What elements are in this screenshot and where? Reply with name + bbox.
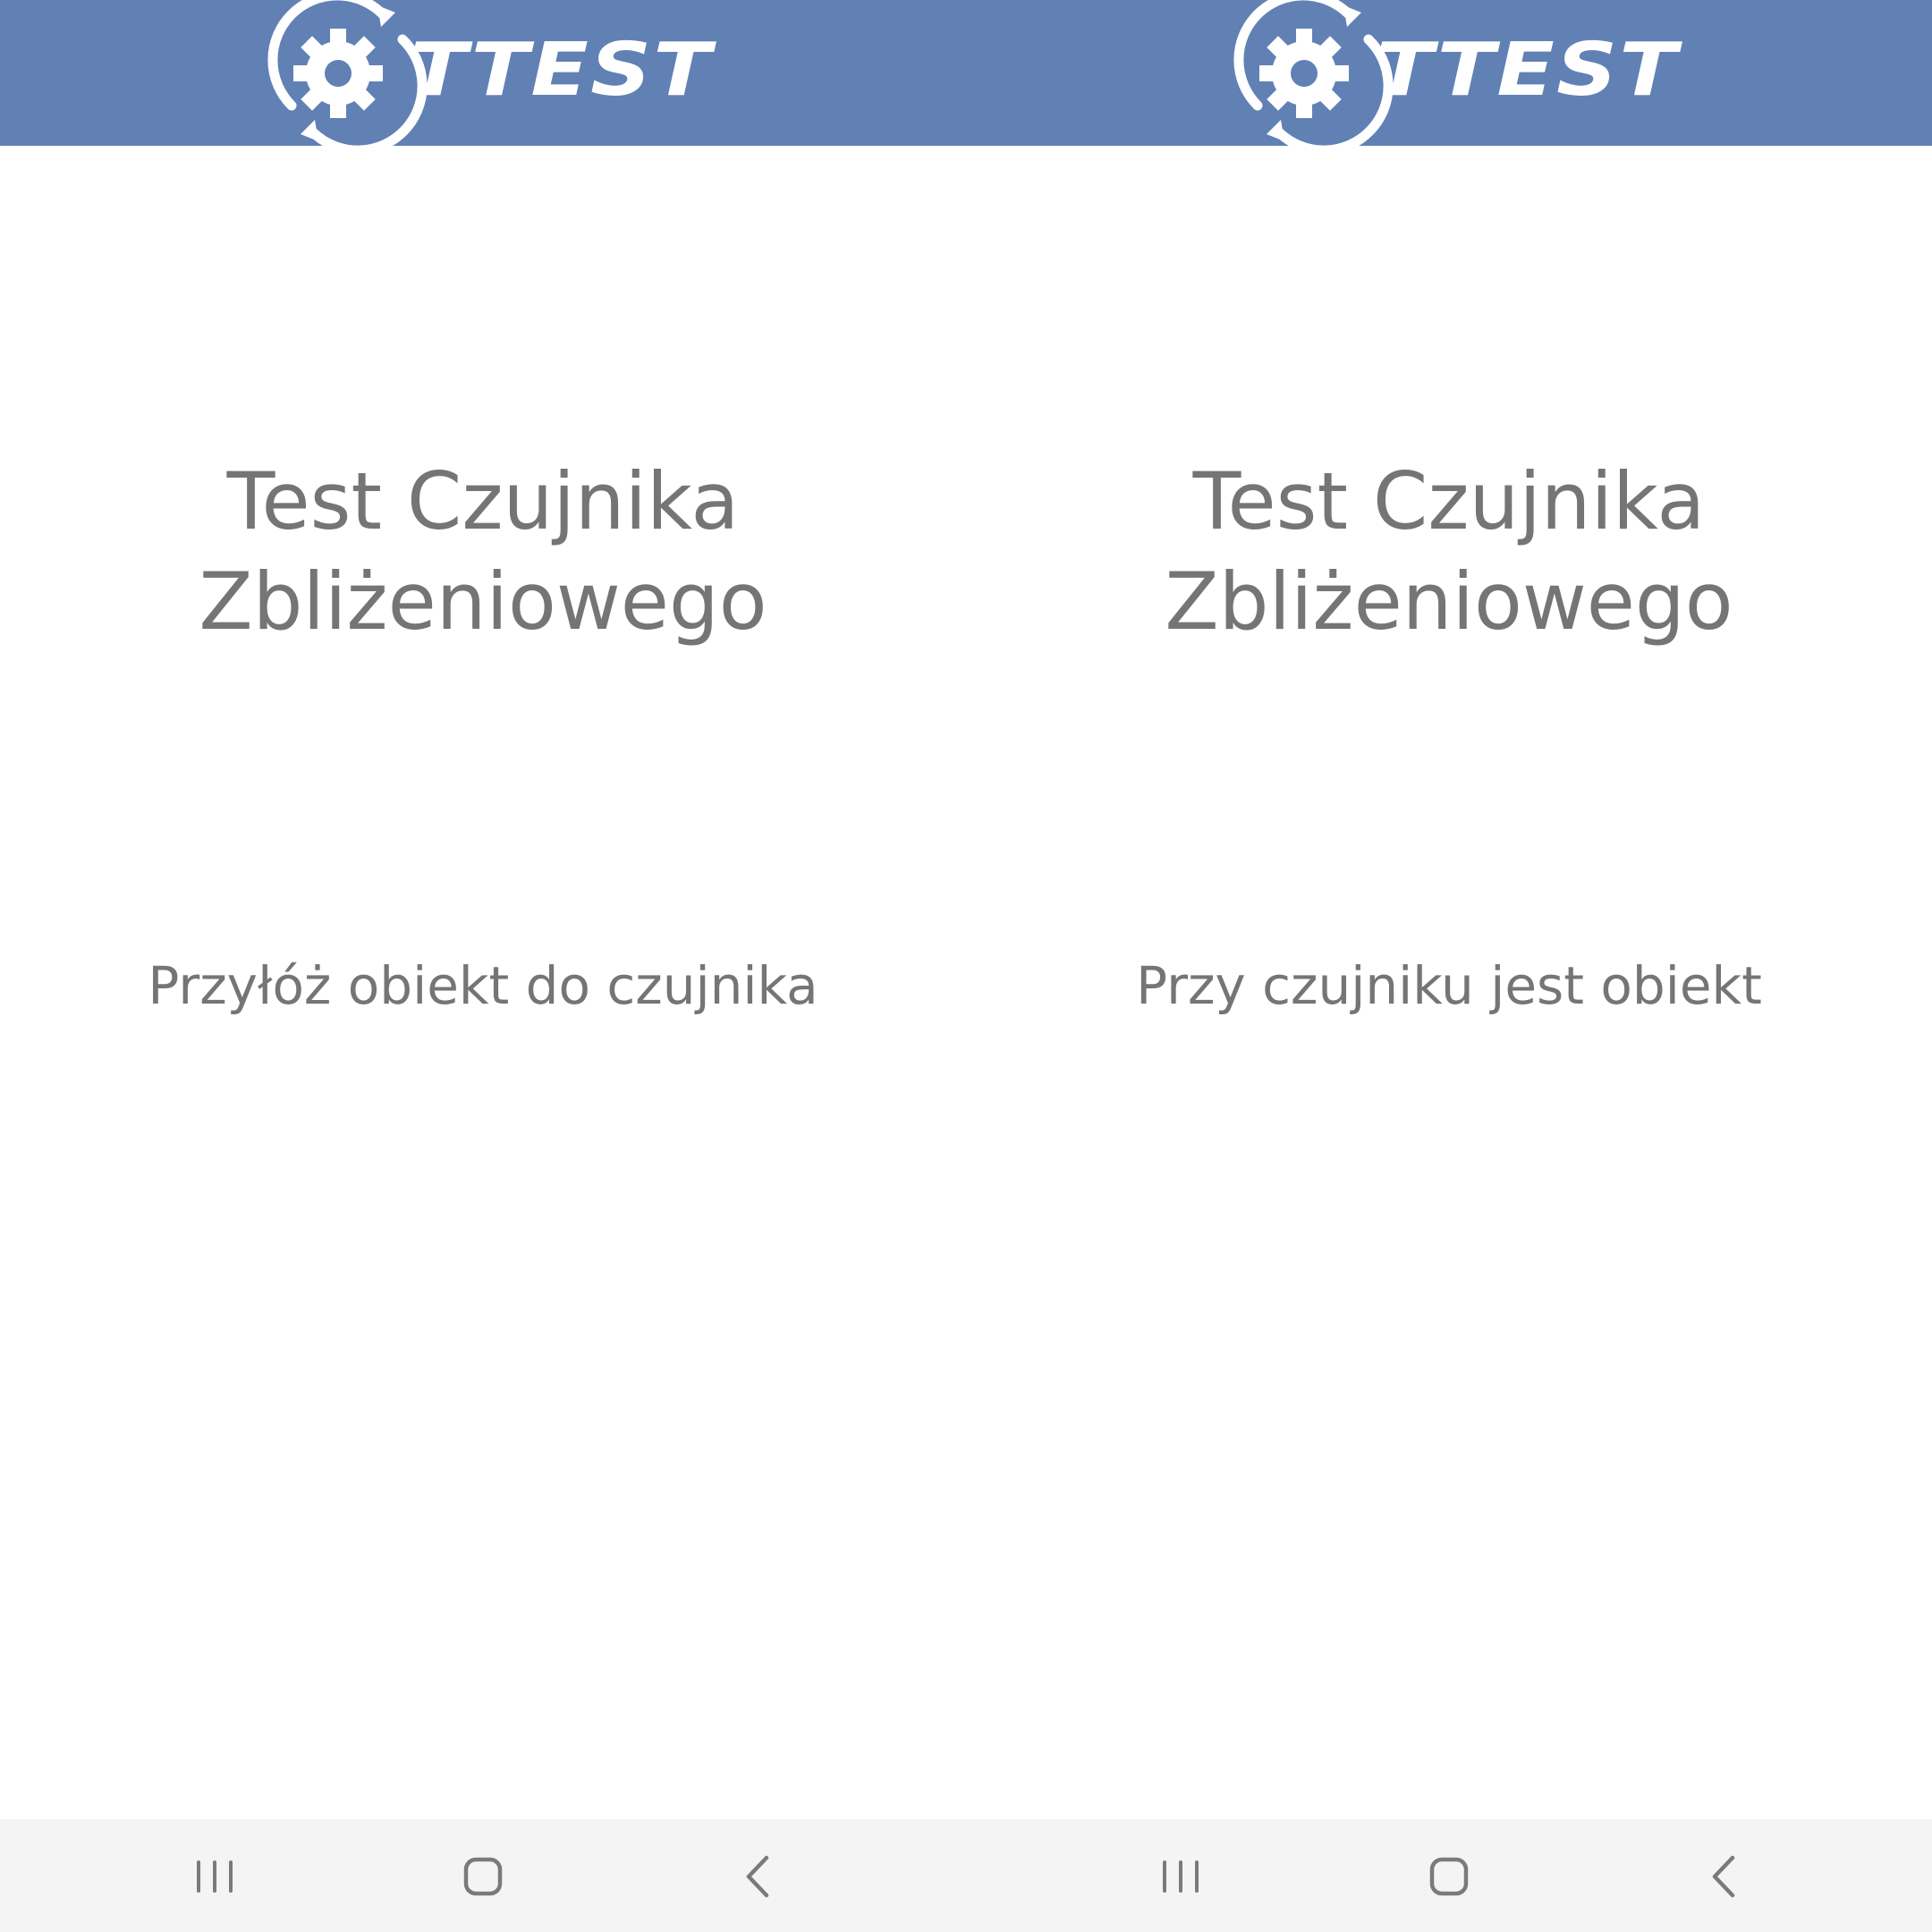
back-icon [746,1855,769,1898]
logo-text: TTEST [410,28,713,113]
recents-icon [1163,1860,1199,1893]
app-logo: TTEST [267,0,711,146]
page-title: Test Czujnika Zbliżeniowego [0,452,966,652]
app-header: TTEST [0,0,966,146]
system-navbar [0,1819,966,1932]
home-button[interactable] [1386,1819,1512,1932]
recents-button[interactable] [1118,1819,1243,1932]
back-icon [1712,1855,1735,1898]
phone-screen-before: TTEST Test Czujnika Zbliżeniowego Przyłó… [0,0,966,1932]
title-line-1: Test Czujnika [226,455,740,547]
title-line-1: Test Czujnika [1192,455,1706,547]
sensor-status-text: Przy czujniku jest obiekt [1136,955,1762,1016]
title-line-2: Zbliżeniowego [1165,555,1733,648]
recents-icon [197,1860,233,1893]
title-line-2: Zbliżeniowego [199,555,767,648]
phone-screen-after: TTEST Test Czujnika Zbliżeniowego Przy c… [966,0,1932,1932]
screenshot-frame: TTEST Test Czujnika Zbliżeniowego Przyłó… [0,0,1932,1932]
home-button[interactable] [420,1819,546,1932]
system-navbar [966,1819,1932,1932]
page-title: Test Czujnika Zbliżeniowego [966,452,1932,652]
sensor-status-text: Przyłóż obiekt do czujnika [148,955,818,1016]
logo-text: TTEST [1376,28,1679,113]
back-button[interactable] [1659,1819,1784,1932]
home-icon [1429,1857,1469,1896]
recents-button[interactable] [152,1819,277,1932]
home-icon [463,1857,503,1896]
back-button[interactable] [693,1819,818,1932]
app-header: TTEST [966,0,1932,146]
app-logo: TTEST [1233,0,1677,146]
